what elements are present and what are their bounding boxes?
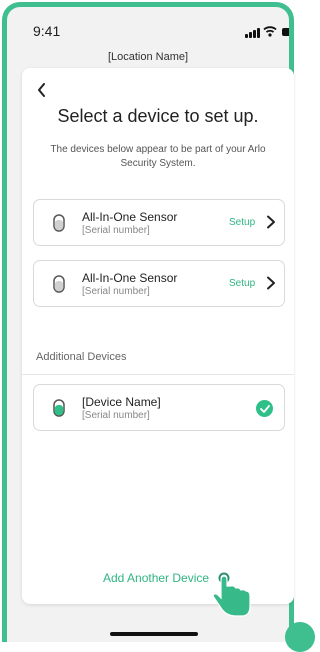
sensor-icon [53,214,65,232]
device-card[interactable]: All-In-One Sensor [Serial number] Setup [33,199,285,246]
device-card[interactable]: All-In-One Sensor [Serial number] Setup [33,260,285,307]
device-name: All-In-One Sensor [82,271,178,285]
battery-icon [282,28,289,36]
checkmark-icon [256,400,273,417]
device-name: All-In-One Sensor [82,210,178,224]
device-serial: [Serial number] [82,225,150,236]
cell-signal-icon [245,28,260,38]
status-time: 9:41 [33,23,61,39]
corner-decoration [285,622,315,652]
wifi-icon [263,26,277,37]
device-name: [Device Name] [82,395,161,409]
section-divider [22,374,294,375]
page-subtitle: The devices below appear to be part of y… [50,144,266,169]
back-button[interactable] [33,82,49,98]
sensor-icon [53,275,65,293]
device-serial: [Serial number] [82,286,150,297]
chevron-right-icon [267,276,275,290]
additional-device-card[interactable]: [Device Name] [Serial number] [33,384,285,431]
chevron-right-icon [267,215,275,229]
setup-link[interactable]: Setup [229,278,255,289]
status-bar: 9:41 [7,7,289,39]
location-name: [Location Name] [107,51,189,63]
add-another-device-link[interactable]: Add Another Device [103,571,209,585]
back-chevron-icon [37,83,45,97]
hand-pointer-icon [212,572,251,617]
page-title: Select a device to set up. [57,106,259,126]
sensor-icon [53,399,65,417]
home-indicator[interactable] [110,632,198,636]
section-heading-additional-devices: Additional Devices [36,351,127,363]
device-serial: [Serial number] [82,410,150,421]
setup-link[interactable]: Setup [229,217,255,228]
